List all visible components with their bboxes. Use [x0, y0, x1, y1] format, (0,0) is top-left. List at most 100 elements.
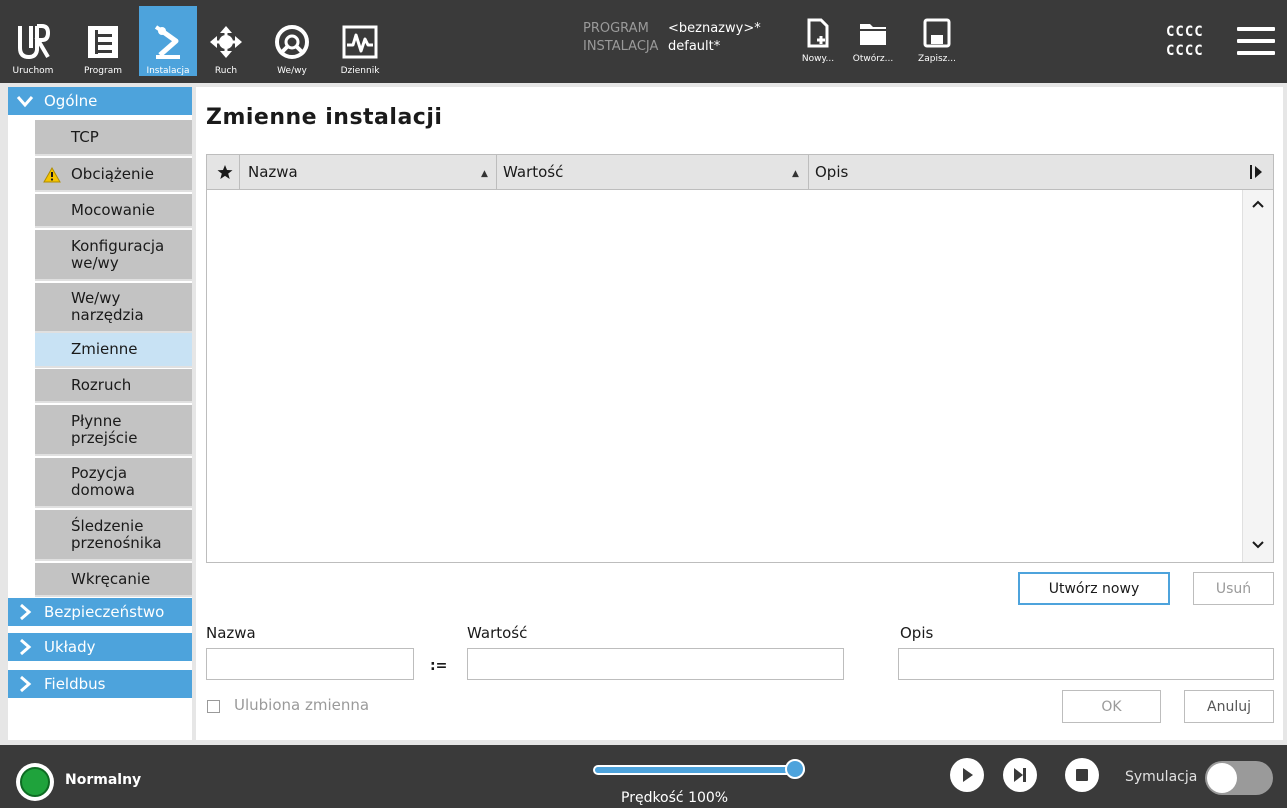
sidebar-item-label: We/wy narzędzia — [71, 289, 144, 324]
program-tree-icon — [81, 20, 125, 64]
value-column-header[interactable]: Wartość — [503, 155, 793, 189]
folder-icon — [860, 24, 886, 45]
save-file-label: Zapisz... — [918, 54, 956, 64]
nav-run-label: Uruchom — [12, 66, 54, 76]
new-file-icon — [807, 18, 829, 48]
warning-icon — [43, 167, 61, 183]
create-new-button[interactable]: Utwórz nowy — [1018, 572, 1170, 605]
assign-operator: := — [430, 658, 448, 674]
sidebar-group-fieldbus[interactable]: Fieldbus — [8, 670, 192, 698]
expand-columns-icon[interactable] — [1249, 155, 1267, 189]
play-icon — [963, 768, 973, 782]
nav-run-button[interactable]: Uruchom — [10, 8, 56, 76]
log-chart-icon — [338, 20, 382, 64]
sidebar-item-mounting[interactable]: Mocowanie — [35, 194, 192, 228]
description-input[interactable] — [898, 648, 1274, 680]
nav-move-label: Ruch — [214, 66, 238, 76]
sidebar-item-screwdriving[interactable]: Wkręcanie — [35, 563, 192, 597]
hamburger-menu-icon[interactable] — [1237, 27, 1275, 57]
sidebar-item-startup[interactable]: Rozruch — [35, 369, 192, 403]
step-button[interactable] — [1003, 758, 1037, 792]
chevron-right-icon — [20, 675, 32, 693]
description-column-label: Opis — [815, 163, 849, 181]
simulation-label: Symulacja — [1125, 769, 1198, 785]
speed-label: Prędkość 100% — [621, 790, 729, 806]
table-scrollbar[interactable] — [1242, 190, 1273, 562]
sidebar-group-label: Układy — [44, 638, 96, 656]
sidebar-item-label: Obciążenie — [71, 164, 154, 183]
nav-installation-button[interactable]: Instalacja — [139, 6, 197, 76]
delete-button[interactable]: Usuń — [1193, 572, 1274, 605]
nav-log-button[interactable]: Dziennik — [336, 8, 384, 76]
user-info: CCCC CCCC — [1166, 23, 1204, 61]
chevron-up-icon[interactable] — [1251, 199, 1265, 209]
sidebar-item-tool-io[interactable]: We/wy narzędzia — [35, 283, 192, 333]
status-indicator-icon[interactable] — [16, 763, 54, 801]
program-key: PROGRAM — [583, 21, 649, 36]
sidebar-item-label: Zmienne — [71, 340, 138, 358]
favorite-checkbox[interactable] — [207, 700, 220, 713]
name-column-header[interactable]: Nazwa — [248, 155, 488, 189]
sidebar-item-variables[interactable]: Zmienne — [35, 333, 192, 368]
cancel-button[interactable]: Anuluj — [1184, 690, 1274, 723]
speed-slider[interactable] — [593, 765, 805, 775]
bottom-bar: Normalny Prędkość 100% Symulacja — [0, 745, 1287, 808]
sidebar-item-home[interactable]: Pozycja domowa — [35, 458, 192, 508]
play-button[interactable] — [950, 758, 984, 792]
sidebar-item-label: Konfiguracja we/wy — [71, 236, 165, 272]
nav-move-button[interactable]: Ruch — [208, 8, 244, 76]
stop-button[interactable] — [1065, 758, 1099, 792]
open-file-label: Otwórz... — [852, 54, 894, 64]
sidebar-group-features[interactable]: Układy — [8, 633, 192, 661]
nav-io-button[interactable]: We/wy — [272, 8, 312, 76]
chevron-down-icon[interactable] — [1251, 540, 1265, 550]
sidebar-group-general[interactable]: Ogólne — [8, 87, 192, 115]
value-input[interactable] — [467, 648, 844, 680]
stop-icon — [1076, 769, 1088, 781]
value-column-label: Wartość — [503, 163, 564, 181]
nav-program-label: Program — [84, 66, 122, 76]
main-panel: Zmienne instalacji Nazwa ▲ Wartość ▲ Opi… — [196, 87, 1283, 740]
sort-arrow-icon: ▲ — [792, 169, 799, 179]
sidebar-item-io-setup[interactable]: Konfiguracja we/wy — [35, 230, 192, 281]
nav-program-button[interactable]: Program — [79, 8, 127, 76]
sidebar-item-payload[interactable]: Obciążenie — [35, 158, 192, 192]
sidebar-group-safety[interactable]: Bezpieczeństwo — [8, 598, 192, 626]
io-icon — [270, 20, 314, 64]
program-name: <beznazwy>* — [668, 21, 761, 36]
nav-installation-label: Instalacja — [146, 66, 190, 76]
name-input[interactable] — [206, 648, 414, 680]
move-arrows-icon — [204, 20, 248, 64]
save-icon — [923, 18, 951, 48]
speed-slider-handle[interactable] — [785, 759, 805, 779]
star-icon — [217, 165, 233, 179]
nav-io-label: We/wy — [277, 66, 307, 76]
speed-slider-fill — [595, 767, 803, 773]
sidebar-item-smooth-transition[interactable]: Płynne przejście — [35, 405, 192, 456]
sidebar-item-tcp[interactable]: TCP — [35, 120, 192, 156]
open-file-button[interactable]: Otwórz... — [849, 18, 897, 64]
ur-logo-icon — [11, 20, 55, 64]
new-file-label: Nowy... — [801, 54, 835, 64]
simulation-toggle[interactable] — [1205, 761, 1273, 795]
sidebar-item-label: Wkręcanie — [71, 569, 151, 588]
new-file-button[interactable]: Nowy... — [802, 18, 834, 64]
user-line-2: CCCC — [1166, 43, 1204, 59]
ok-button[interactable]: OK — [1062, 690, 1161, 723]
sidebar-item-label: Rozruch — [71, 375, 132, 394]
favorite-column-header[interactable] — [217, 155, 239, 189]
sidebar-item-label: Mocowanie — [71, 200, 155, 219]
installation-name: default* — [668, 39, 721, 54]
top-bar: Uruchom Program Instalacja Ruch We/wy Dz… — [0, 0, 1287, 83]
chevron-right-icon — [20, 603, 32, 621]
favorite-checkbox-label: Ulubiona zmienna — [234, 696, 370, 714]
sidebar: Ogólne TCP Obciążenie Mocowanie Konfigur… — [8, 87, 192, 740]
variables-table: Nazwa ▲ Wartość ▲ Opis — [206, 154, 1274, 563]
save-file-button[interactable]: Zapisz... — [917, 18, 957, 64]
sort-arrow-icon: ▲ — [481, 169, 488, 179]
value-field-label: Wartość — [467, 624, 528, 642]
installation-key: INSTALACJA — [583, 39, 659, 54]
sidebar-item-conveyor-tracking[interactable]: Śledzenie przenośnika — [35, 510, 192, 561]
nav-log-label: Dziennik — [340, 66, 380, 76]
description-column-header[interactable]: Opis — [815, 155, 1215, 189]
